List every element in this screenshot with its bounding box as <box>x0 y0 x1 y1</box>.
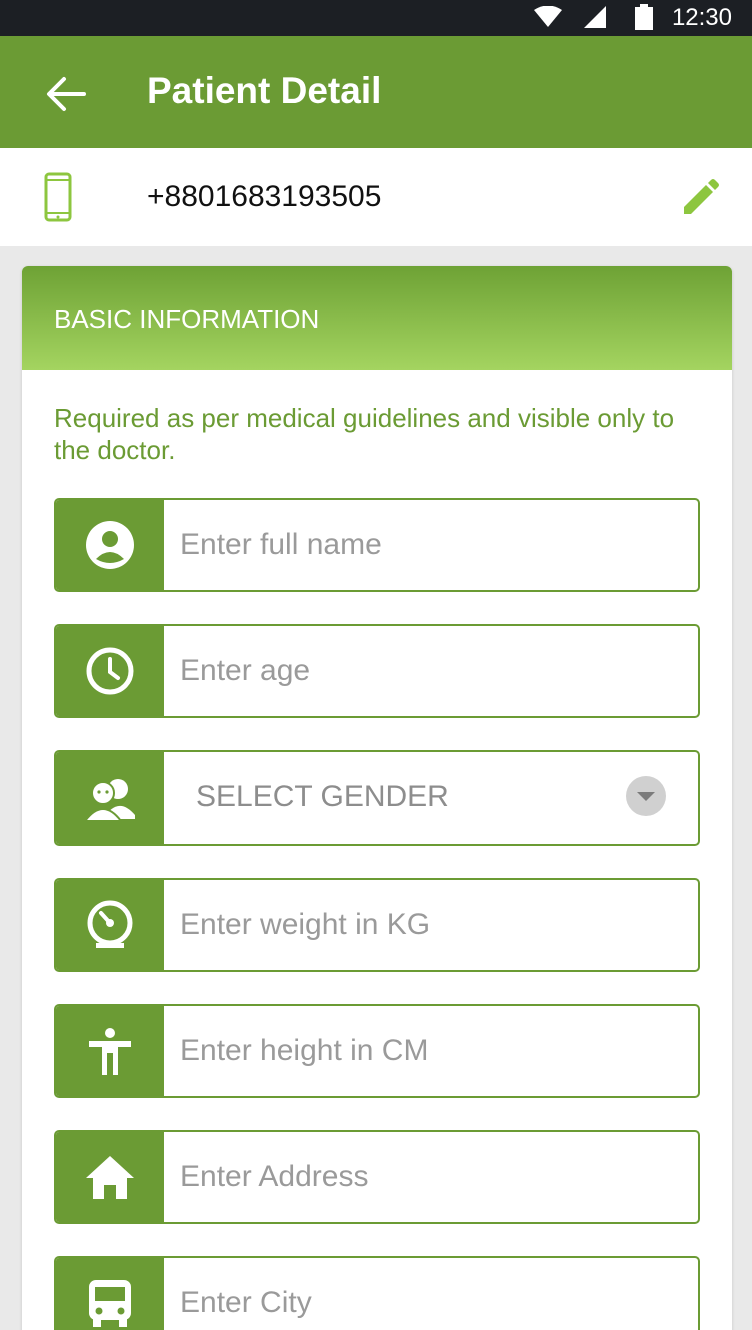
app-bar: Patient Detail <box>0 36 752 148</box>
weight-field[interactable] <box>54 878 700 972</box>
full-name-field[interactable] <box>54 498 700 592</box>
gender-select-label: SELECT GENDER <box>196 780 449 813</box>
clock-time: 12:30 <box>671 4 732 31</box>
full-name-input[interactable] <box>180 500 680 590</box>
back-button[interactable] <box>44 72 88 116</box>
height-input[interactable] <box>180 1006 680 1096</box>
user-circle-icon <box>86 521 134 569</box>
people-icon <box>83 779 135 821</box>
address-field[interactable] <box>54 1130 700 1224</box>
person-standing-icon <box>89 1028 131 1075</box>
section-header: BASIC INFORMATION <box>22 266 732 370</box>
city-input[interactable] <box>180 1258 680 1330</box>
section-note: Required as per medical guidelines and v… <box>54 403 675 465</box>
age-field[interactable] <box>54 624 700 718</box>
edit-phone-button[interactable] <box>680 178 720 218</box>
basic-information-card: BASIC INFORMATION Required as per medica… <box>22 266 732 1330</box>
wifi-icon <box>534 6 562 27</box>
signal-icon <box>584 6 606 28</box>
scale-icon <box>87 900 133 948</box>
chevron-down-icon[interactable] <box>626 776 666 816</box>
arrow-left-icon <box>47 77 86 111</box>
smartphone-icon <box>44 172 72 222</box>
battery-icon <box>635 4 653 30</box>
phone-number: +8801683193505 <box>147 180 382 213</box>
clock-icon <box>86 647 134 695</box>
status-bar: 12:30 <box>0 0 752 36</box>
city-field[interactable] <box>54 1256 700 1330</box>
phone-row: +8801683193505 <box>0 148 752 246</box>
height-field[interactable] <box>54 1004 700 1098</box>
pencil-icon <box>684 179 719 214</box>
weight-input[interactable] <box>180 880 680 970</box>
address-input[interactable] <box>180 1132 680 1222</box>
bus-icon <box>89 1280 131 1327</box>
page-title: Patient Detail <box>147 70 382 111</box>
home-icon <box>86 1156 134 1199</box>
age-input[interactable] <box>180 626 680 716</box>
gender-select[interactable]: SELECT GENDER <box>54 750 700 846</box>
